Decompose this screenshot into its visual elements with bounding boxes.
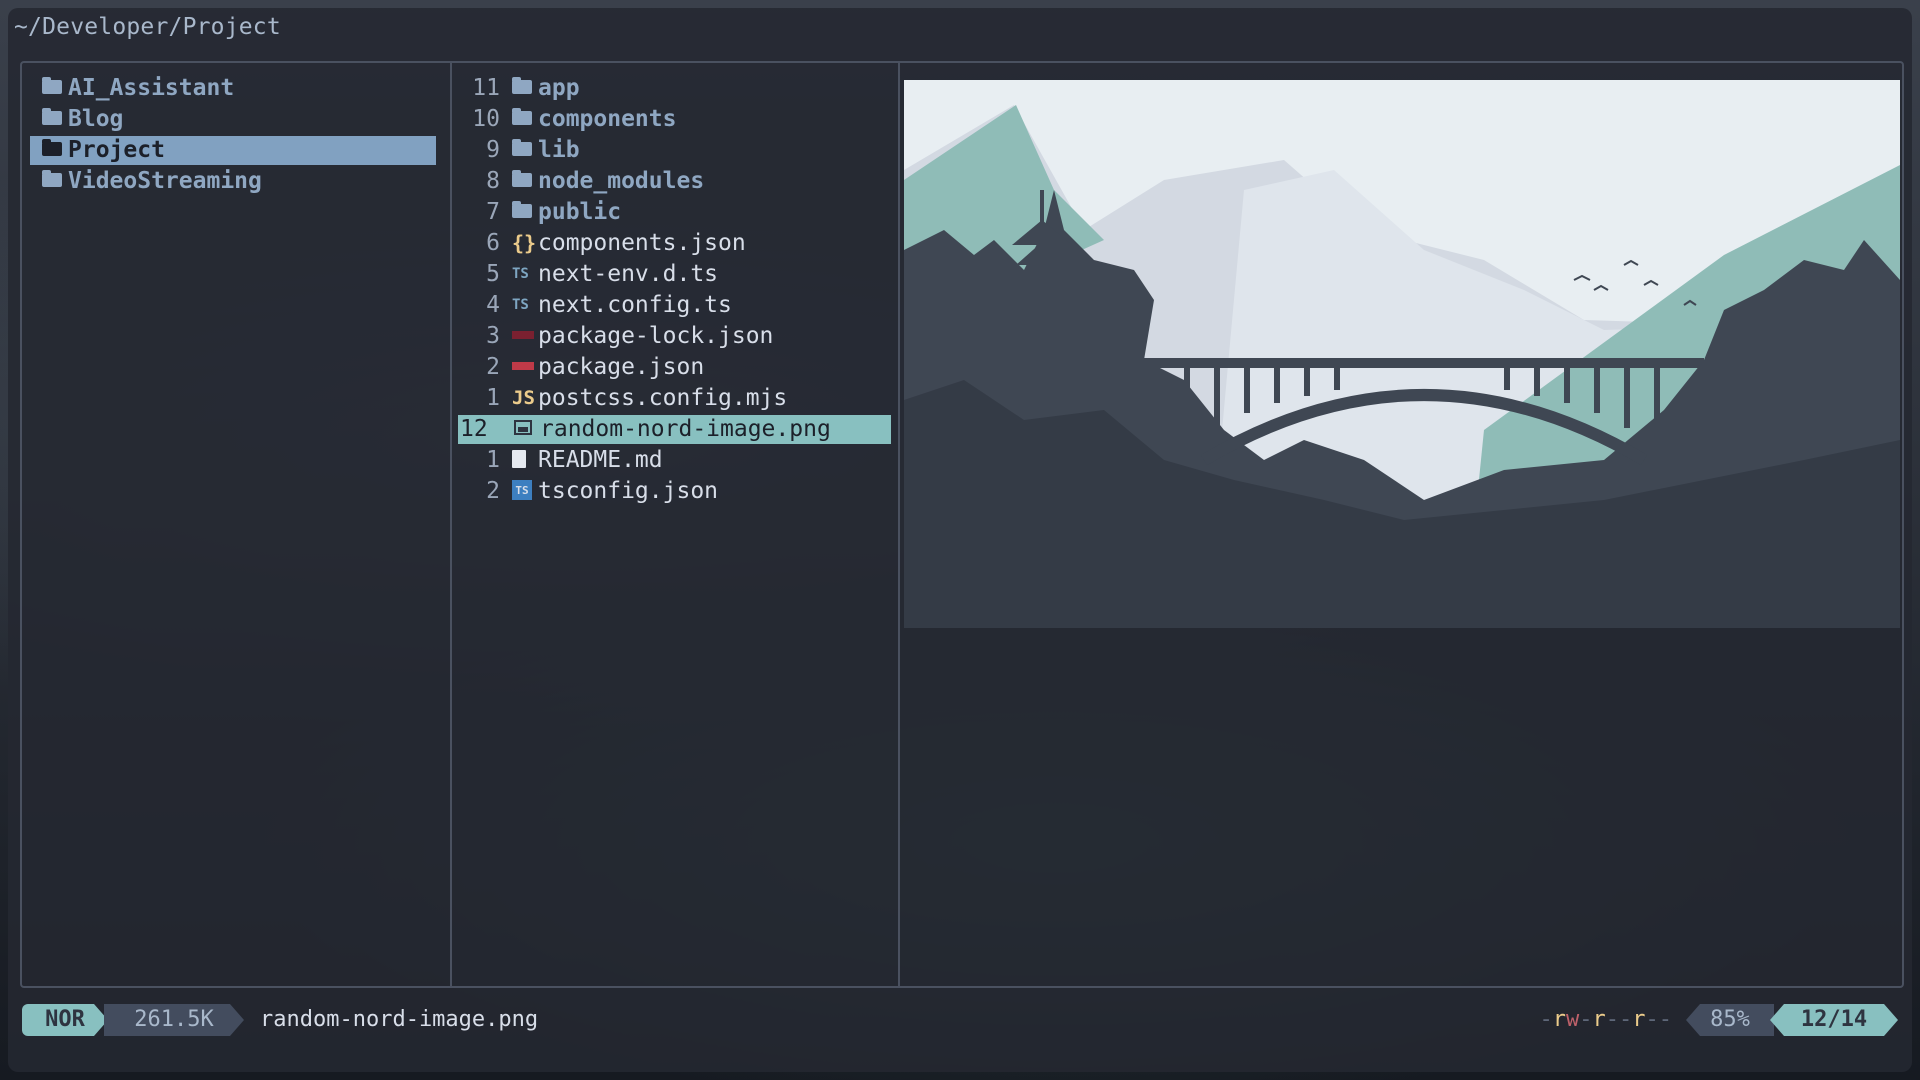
status-filename: random-nord-image.png (260, 1007, 539, 1032)
folder-icon (42, 139, 62, 156)
parent-item-label: VideoStreaming (68, 168, 262, 194)
file-item-readme[interactable]: 1 README.md (458, 446, 891, 475)
file-name: components (538, 106, 677, 132)
parent-directory-pane: AI_Assistant Blog Project VideoStreaming (22, 63, 452, 986)
mode-indicator: NOR (22, 1004, 108, 1036)
parent-item-label: Project (68, 137, 165, 163)
file-name: app (538, 75, 580, 101)
window-title: ~/Developer/Project (14, 14, 281, 40)
current-directory-pane: 11 app 10 components 9 lib 8 node_modules 7p… (452, 63, 900, 986)
line-number: 5 (486, 261, 500, 287)
folder-icon (512, 170, 532, 187)
landscape-image-preview (904, 80, 1900, 628)
file-item-lib[interactable]: 9 lib (458, 136, 891, 165)
cursor-position: 12/14 (1770, 1004, 1898, 1036)
markdown-icon (512, 449, 526, 468)
file-name: random-nord-image.png (540, 416, 831, 442)
file-name: node_modules (538, 168, 705, 194)
parent-item-videostreaming[interactable]: VideoStreaming (30, 167, 436, 196)
file-name: README.md (538, 447, 663, 473)
file-item-package-json[interactable]: 2 package.json (458, 353, 891, 382)
file-name: package.json (538, 354, 705, 380)
folder-icon (512, 139, 532, 156)
line-number: 11 (472, 75, 500, 101)
line-number: 10 (472, 106, 500, 132)
folder-icon (512, 108, 532, 125)
parent-item-project[interactable]: Project (30, 136, 436, 165)
line-number: 2 (486, 354, 500, 380)
file-size: 261.5K (104, 1004, 244, 1036)
file-item-public[interactable]: 7 public (458, 198, 891, 227)
line-number: 3 (486, 323, 500, 349)
tsconfig-icon: TS (512, 479, 532, 500)
line-number: 1 (486, 385, 500, 411)
line-number: 1 (486, 447, 500, 473)
npm-icon (512, 362, 534, 370)
file-item-postcss-config[interactable]: 1 JS postcss.config.mjs (458, 384, 891, 413)
file-item-package-lock[interactable]: 3 package-lock.json (458, 322, 891, 351)
line-number: 9 (486, 137, 500, 163)
folder-icon (512, 77, 532, 94)
file-manager-window: ~/Developer/Project AI_Assistant Blog Pr… (8, 8, 1912, 1072)
file-item-next-config[interactable]: 4 TS next.config.ts (458, 291, 891, 320)
file-permissions: -rw-r--r-- (1539, 1007, 1673, 1032)
panes-frame: AI_Assistant Blog Project VideoStreaming… (20, 61, 1904, 988)
file-item-next-env[interactable]: 5 TS next-env.d.ts (458, 260, 891, 289)
preview-pane (900, 63, 1902, 986)
file-name: tsconfig.json (538, 478, 719, 504)
line-number: 6 (486, 230, 500, 256)
file-name: next.config.ts (538, 292, 732, 318)
file-item-tsconfig[interactable]: 2 TS tsconfig.json (458, 477, 891, 506)
parent-item-blog[interactable]: Blog (30, 105, 436, 134)
file-name: components.json (538, 230, 746, 256)
line-number: 4 (486, 292, 500, 318)
file-name: next-env.d.ts (538, 261, 719, 287)
json-icon: {} (512, 231, 537, 255)
scroll-percent: 85% (1686, 1004, 1774, 1036)
file-name: public (538, 199, 622, 225)
typescript-icon: TS (512, 266, 529, 282)
typescript-icon: TS (512, 297, 529, 313)
file-item-random-nord-image[interactable]: 12 random-nord-image.png (458, 415, 891, 444)
folder-icon (42, 108, 62, 125)
npm-lock-icon (512, 331, 534, 339)
image-icon (514, 420, 532, 435)
folder-icon (42, 170, 62, 187)
line-number: 7 (486, 199, 500, 225)
file-item-components-json[interactable]: 6 {}components.json (458, 229, 891, 258)
javascript-icon: JS (512, 387, 535, 409)
line-number: 8 (486, 168, 500, 194)
status-bar: NOR 261.5K random-nord-image.png -rw-r--… (8, 1004, 1912, 1040)
file-item-app[interactable]: 11 app (458, 74, 891, 103)
parent-item-label: Blog (68, 106, 124, 132)
folder-icon (512, 201, 532, 218)
line-number: 2 (486, 478, 500, 504)
parent-item-label: AI_Assistant (68, 75, 235, 101)
folder-icon (42, 77, 62, 94)
parent-item-ai-assistant[interactable]: AI_Assistant (30, 74, 436, 103)
file-item-node-modules[interactable]: 8 node_modules (458, 167, 891, 196)
file-name: lib (538, 137, 580, 163)
file-item-components[interactable]: 10 components (458, 105, 891, 134)
file-name: postcss.config.mjs (538, 385, 788, 411)
file-name: package-lock.json (538, 323, 774, 349)
line-number: 12 (460, 416, 488, 442)
image-preview (904, 80, 1900, 628)
